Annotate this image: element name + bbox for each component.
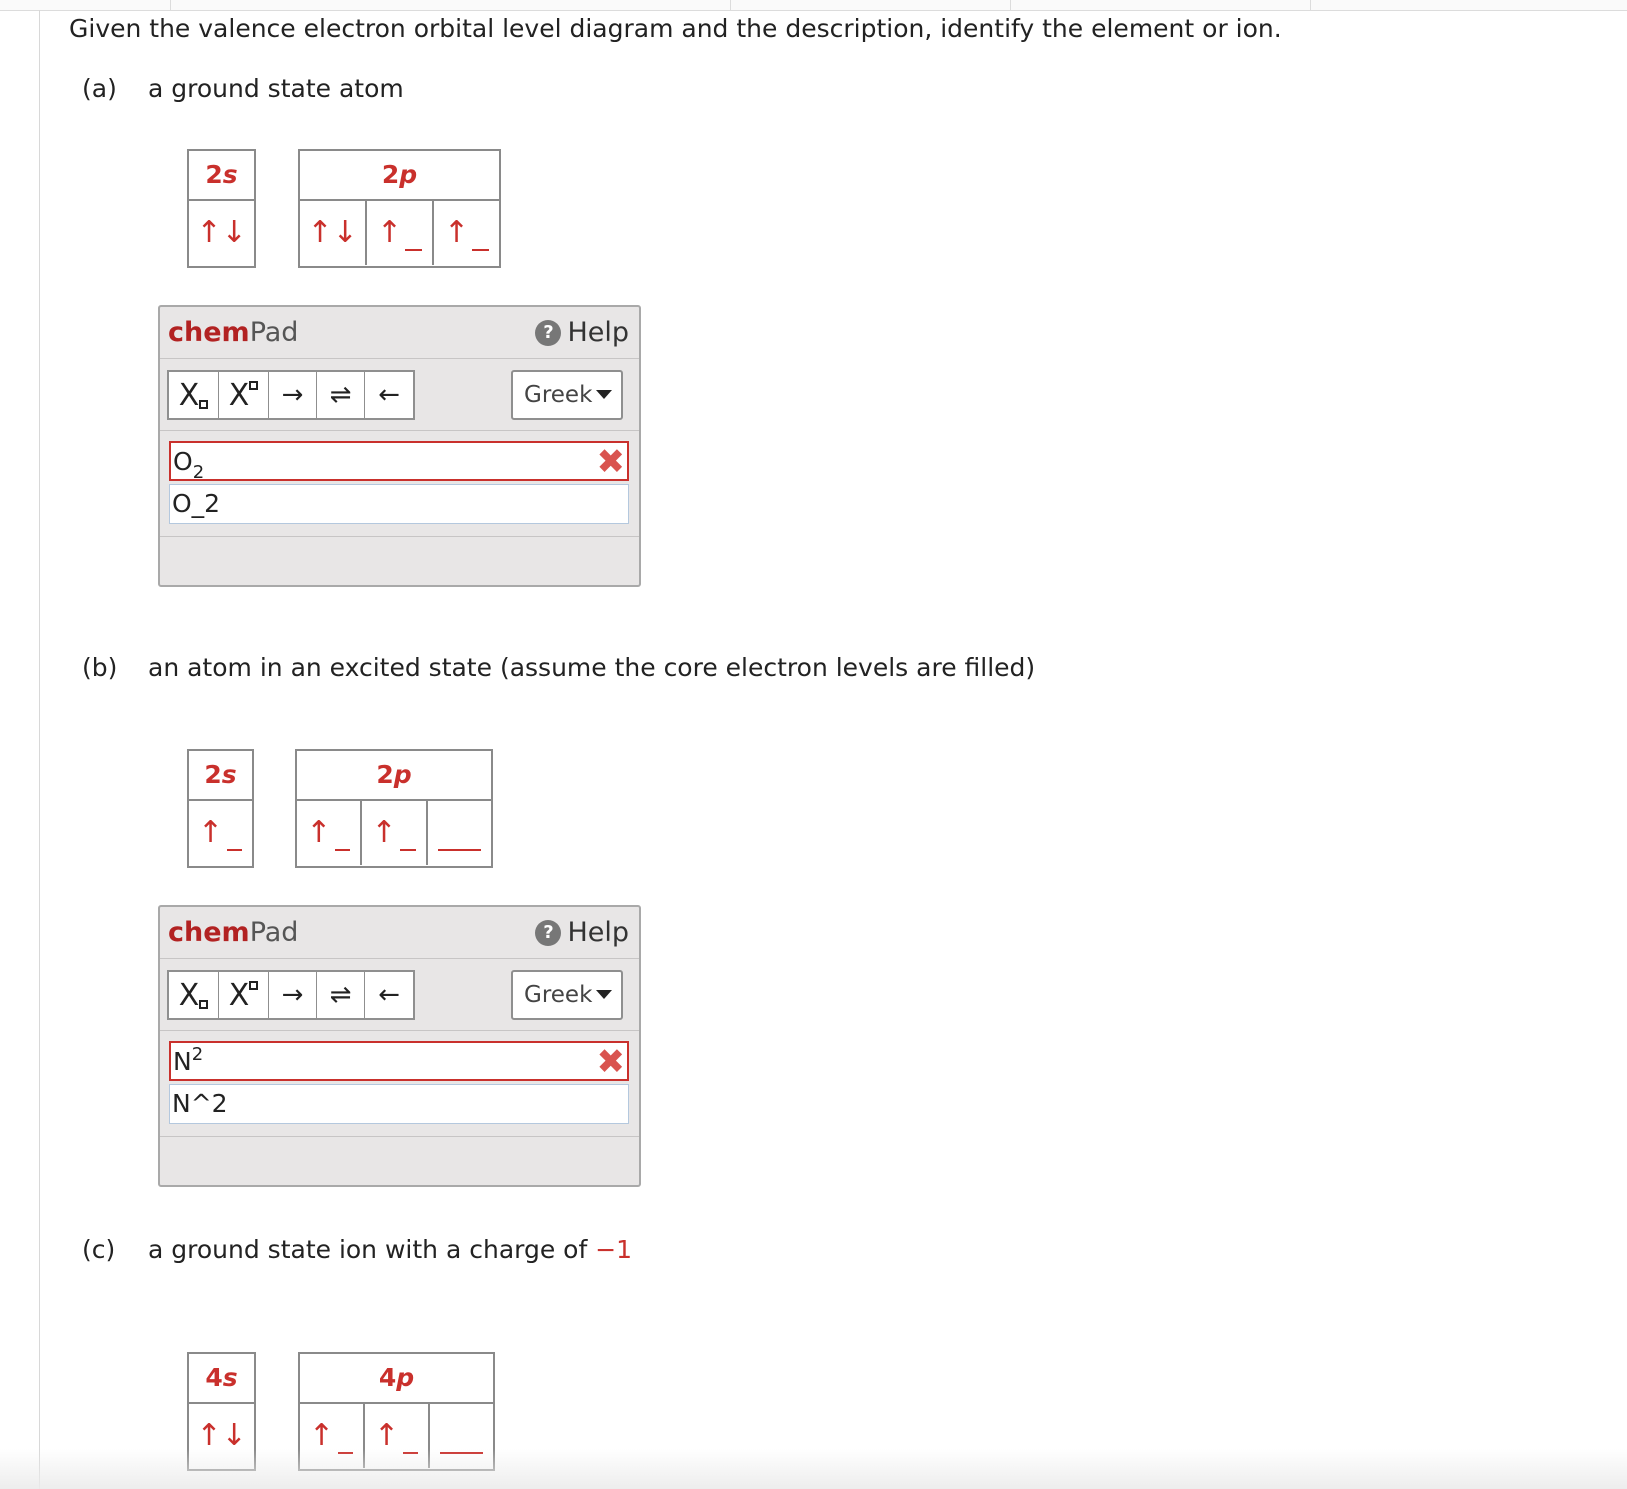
- subscript-button[interactable]: X: [169, 372, 219, 418]
- orbital-label: 2s: [189, 751, 252, 801]
- help-icon: ?: [535, 320, 562, 346]
- part-letter: (a): [82, 74, 117, 103]
- chevron-down-icon: [596, 990, 613, 999]
- orbital-2s-box: 2s ↑↓: [187, 149, 256, 268]
- superscript-button[interactable]: X: [219, 972, 269, 1018]
- question-prompt: Given the valence electron orbital level…: [69, 14, 1282, 43]
- equilibrium-arrow-button[interactable]: ⇌: [317, 372, 365, 418]
- chempad-toolbar: X X → ⇌ ←: [167, 970, 415, 1020]
- superscript-button[interactable]: X: [219, 372, 269, 418]
- incorrect-x-icon: ✖: [596, 1042, 626, 1082]
- part-b-label: (b) an atom in an excited state (assume t…: [82, 653, 1035, 682]
- orbital-label: 4p: [300, 1354, 493, 1404]
- orbital-label: 2p: [300, 151, 499, 201]
- answer-input[interactable]: N^2: [169, 1084, 629, 1124]
- answer-preview-field[interactable]: O2 ✖: [169, 441, 629, 483]
- orbital-2p-box: 2p ↑↓ ↑ ↑: [298, 149, 501, 268]
- help-button[interactable]: ? Help: [535, 917, 629, 948]
- part-letter: (c): [82, 1235, 116, 1264]
- top-tab-strip: [0, 0, 1627, 11]
- charge-value: −1: [595, 1235, 633, 1264]
- part-description: an atom in an excited state (assume the …: [148, 653, 1036, 682]
- bottom-fade: [0, 1449, 1627, 1489]
- chempad-toolbar: X X → ⇌ ←: [167, 370, 415, 420]
- orbital-cell: ↑: [434, 201, 499, 265]
- orbital-label: 2s: [189, 151, 254, 201]
- chempad-b: chemPad ? Help X X → ⇌ ← Greek N2 ✖ N^2: [158, 905, 641, 1187]
- orbital-cell: ↑: [362, 801, 428, 865]
- orbital-cell: ↑: [189, 801, 252, 865]
- orbital-cell: ↑: [297, 801, 363, 865]
- help-button[interactable]: ? Help: [535, 317, 629, 348]
- orbital-cell: [428, 801, 491, 865]
- part-c-label: (c) a ground state ion with a charge of −…: [82, 1235, 632, 1264]
- orbital-2s-box: 2s ↑: [187, 749, 254, 868]
- answer-preview-field[interactable]: N2 ✖: [169, 1041, 629, 1081]
- part-description: a ground state ion with a charge of: [148, 1235, 588, 1264]
- reverse-arrow-button[interactable]: ←: [365, 372, 413, 418]
- left-margin-rule: [39, 10, 40, 1489]
- equilibrium-arrow-button[interactable]: ⇌: [317, 972, 365, 1018]
- orbital-cell: ↑↓: [196, 215, 247, 250]
- chempad-title: chemPad: [168, 917, 299, 948]
- incorrect-x-icon: ✖: [596, 442, 626, 482]
- orbital-label: 4s: [189, 1354, 254, 1404]
- reverse-arrow-button[interactable]: ←: [365, 972, 413, 1018]
- reaction-arrow-button[interactable]: →: [269, 372, 317, 418]
- chevron-down-icon: [596, 390, 613, 399]
- part-a-label: (a) a ground state atom: [82, 74, 404, 103]
- orbital-label: 2p: [297, 751, 491, 801]
- subscript-button[interactable]: X: [169, 972, 219, 1018]
- orbital-cell: ↑↓: [300, 201, 367, 265]
- chempad-title: chemPad: [168, 317, 299, 348]
- answer-input[interactable]: O_2: [169, 484, 629, 524]
- part-letter: (b): [82, 653, 118, 682]
- greek-dropdown[interactable]: Greek: [511, 370, 623, 420]
- part-description: a ground state atom: [148, 74, 404, 103]
- greek-dropdown[interactable]: Greek: [511, 970, 623, 1020]
- orbital-cell: ↑: [367, 201, 434, 265]
- chempad-a: chemPad ? Help X X → ⇌ ← Greek O2 ✖ O_2: [158, 305, 641, 587]
- orbital-2p-box: 2p ↑ ↑: [295, 749, 493, 868]
- reaction-arrow-button[interactable]: →: [269, 972, 317, 1018]
- help-icon: ?: [535, 920, 562, 946]
